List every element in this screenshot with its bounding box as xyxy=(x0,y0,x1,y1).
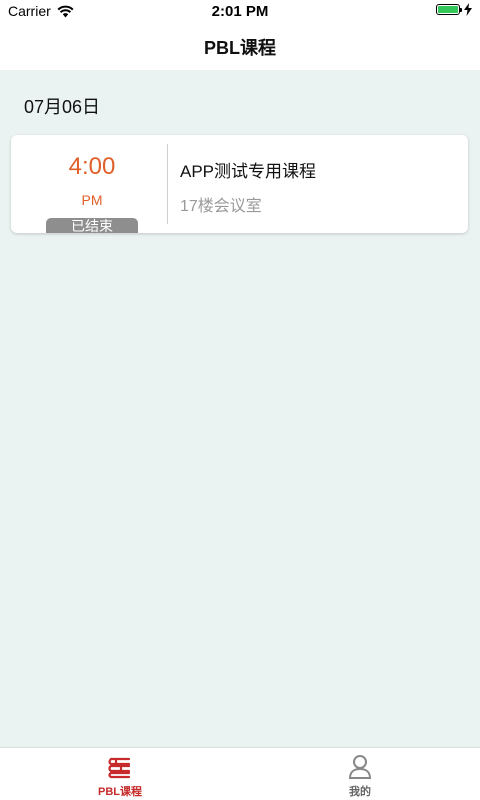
course-location: 17楼会议室 xyxy=(180,198,262,215)
course-title: APP测试专用课程 xyxy=(180,162,317,181)
charging-bolt-icon xyxy=(464,3,472,16)
date-header: 07月06日 xyxy=(24,97,101,117)
tab-bar: PBL课程 我的 xyxy=(0,747,480,800)
tab-pbl-courses[interactable]: PBL课程 xyxy=(0,748,240,800)
page-title: PBL课程 xyxy=(204,38,276,58)
tab-mine[interactable]: 我的 xyxy=(240,748,480,800)
status-badge: 已结束 xyxy=(46,218,138,233)
status-bar: Carrier 2:01 PM xyxy=(0,0,480,24)
course-time-column: 4:00 PM 已结束 xyxy=(11,135,167,233)
tab-label: PBL课程 xyxy=(98,786,142,798)
user-profile-icon xyxy=(348,755,372,779)
card-divider xyxy=(167,144,168,224)
battery-fill xyxy=(438,6,458,13)
course-ampm: PM xyxy=(81,192,103,208)
status-time: 2:01 PM xyxy=(211,3,269,20)
battery-icon xyxy=(436,4,462,15)
status-right xyxy=(436,3,472,16)
tab-label: 我的 xyxy=(349,786,371,798)
books-stack-icon xyxy=(108,757,131,779)
course-card[interactable]: 4:00 PM 已结束 APP测试专用课程 17楼会议室 xyxy=(11,135,468,233)
course-time: 4:00 xyxy=(68,153,116,180)
course-list-area[interactable]: 07月06日 4:00 PM 已结束 APP测试专用课程 17楼会议室 xyxy=(0,70,480,747)
navigation-bar: PBL课程 xyxy=(0,24,480,70)
